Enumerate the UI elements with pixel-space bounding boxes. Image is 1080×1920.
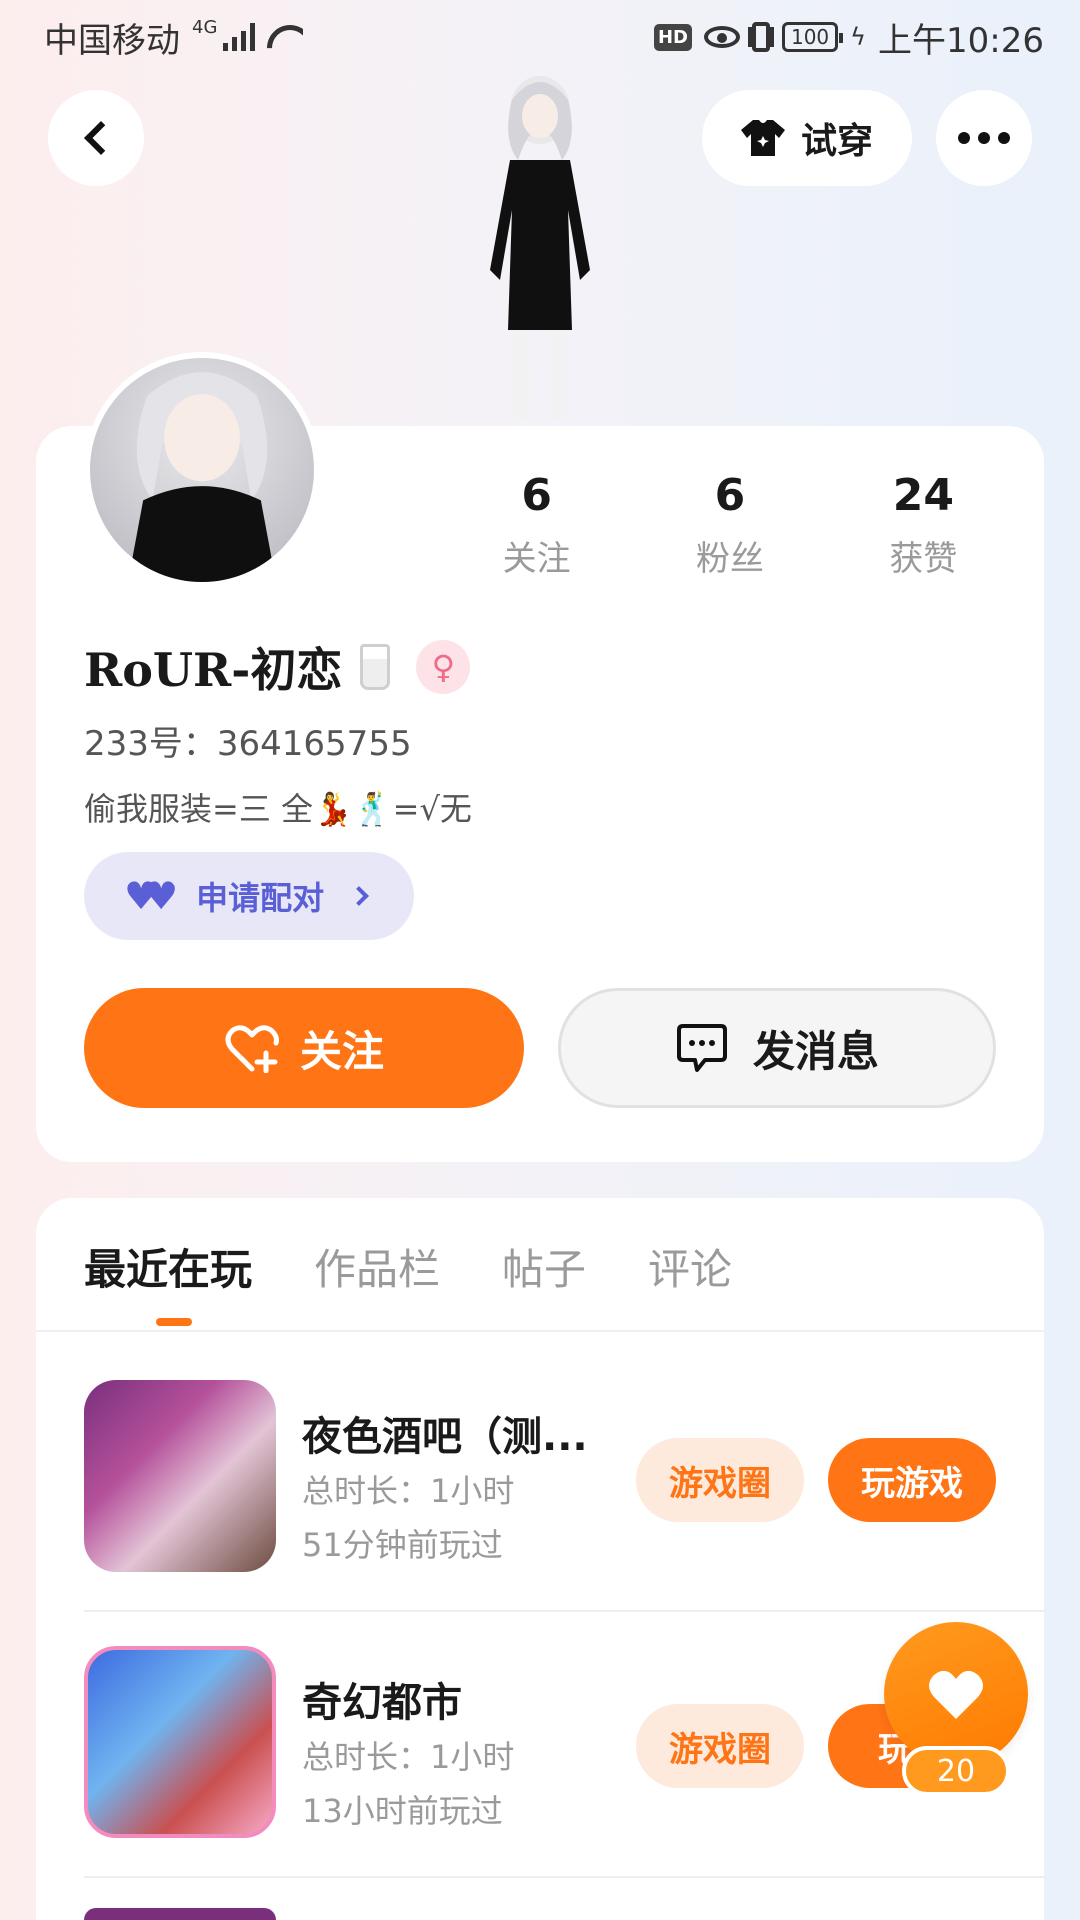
likes-label: 获赞: [889, 539, 958, 579]
game-total-duration: 总时长：1小时: [302, 1738, 515, 1776]
more-dot: [958, 132, 970, 144]
carrier-name: 中国移动: [44, 20, 180, 61]
heart-plus-icon: [225, 1025, 279, 1073]
user-bio: 偷我服装=三 全💃🕺=√无: [84, 790, 472, 828]
double-heart-icon: ♥♥: [124, 874, 178, 918]
more-dot: [978, 132, 990, 144]
network-type: 4G: [192, 16, 218, 38]
milk-cup-icon: [360, 644, 391, 690]
character-avatar-3d[interactable]: [440, 70, 640, 430]
tab-recently-played[interactable]: 最近在玩: [84, 1236, 252, 1297]
vibrate-icon: [751, 22, 770, 52]
game-title: 奇幻都市: [302, 1680, 462, 1726]
send-message-label: 发消息: [752, 1026, 879, 1076]
like-fab-button[interactable]: [884, 1622, 1028, 1766]
likes-stat[interactable]: 24 获赞: [827, 470, 1020, 580]
following-count: 6: [521, 470, 552, 521]
apply-pair-button[interactable]: ♥♥ 申请配对: [84, 852, 414, 940]
tab-posts[interactable]: 帖子: [502, 1236, 586, 1297]
tab-divider: [36, 1330, 1044, 1332]
followers-count: 6: [714, 470, 746, 521]
play-game-button[interactable]: 玩游戏: [828, 1438, 996, 1522]
shirt-icon: [740, 120, 785, 156]
tab-comments[interactable]: 评论: [648, 1236, 732, 1297]
status-right: HD 100 ϟ 上午10:26: [653, 13, 1044, 62]
game-list-item[interactable]: 夜色酒吧（测... 总时长：1小时 51分钟前玩过 游戏圈 玩游戏: [84, 1346, 1044, 1612]
game-thumbnail[interactable]: [84, 1380, 276, 1572]
game-circle-button[interactable]: 游戏圈: [636, 1704, 804, 1788]
game-thumbnail[interactable]: [84, 1908, 276, 1920]
nickname: RoUR-初恋: [84, 643, 343, 697]
try-on-label: 试穿: [800, 121, 873, 162]
hd-icon: HD: [653, 23, 692, 51]
followers-stat[interactable]: 6 粉丝: [633, 470, 826, 580]
more-options-button[interactable]: [936, 90, 1032, 186]
try-on-button[interactable]: 试穿: [702, 90, 912, 186]
follow-button[interactable]: 关注: [84, 988, 524, 1108]
tab-works[interactable]: 作品栏: [314, 1236, 440, 1297]
followers-label: 粉丝: [695, 539, 764, 579]
follow-label: 关注: [299, 1026, 384, 1076]
back-button[interactable]: [48, 90, 144, 186]
following-label: 关注: [502, 539, 571, 579]
chat-bubble-icon: [676, 1024, 727, 1072]
apply-pair-label: 申请配对: [196, 879, 325, 917]
status-left: 中国移动 4G: [44, 13, 303, 62]
game-last-played: 51分钟前玩过: [302, 1526, 503, 1564]
female-gender-icon: ♀: [416, 640, 471, 694]
user-id[interactable]: 233号：364165755: [84, 716, 412, 765]
game-title: 夜色酒吧（测...: [302, 1414, 588, 1460]
charging-icon: ϟ: [850, 23, 867, 51]
game-last-played: 13小时前玩过: [302, 1792, 503, 1830]
battery-icon: 100: [781, 22, 844, 52]
status-bar: 中国移动 4G HD 100 ϟ 上午10:26: [0, 0, 1080, 74]
heart-icon: [929, 1670, 983, 1719]
eye-icon: [703, 26, 740, 48]
profile-stats: 6 关注 6 粉丝 24 获赞: [440, 470, 1020, 580]
like-count-badge: 20: [902, 1746, 1010, 1796]
likes-count: 24: [892, 470, 954, 521]
avatar[interactable]: [84, 352, 320, 588]
signal-icon: [223, 23, 256, 51]
game-thumbnail[interactable]: [84, 1646, 276, 1838]
chevron-right-icon: [349, 886, 370, 906]
wifi-icon: [267, 23, 303, 51]
following-stat[interactable]: 6 关注: [440, 470, 633, 580]
clock: 上午10:26: [878, 20, 1044, 61]
send-message-button[interactable]: 发消息: [558, 988, 996, 1108]
active-tab-indicator: [156, 1318, 192, 1326]
row-divider: [84, 1876, 1044, 1878]
name-row: RoUR-初恋 ♀: [84, 634, 471, 700]
game-total-duration: 总时长：1小时: [302, 1472, 515, 1510]
profile-tabs: 最近在玩 作品栏 帖子 评论: [84, 1236, 732, 1297]
more-dot: [998, 132, 1010, 144]
game-circle-button[interactable]: 游戏圈: [636, 1438, 804, 1522]
chevron-left-icon: [84, 121, 118, 155]
avatar-image: [127, 372, 277, 582]
